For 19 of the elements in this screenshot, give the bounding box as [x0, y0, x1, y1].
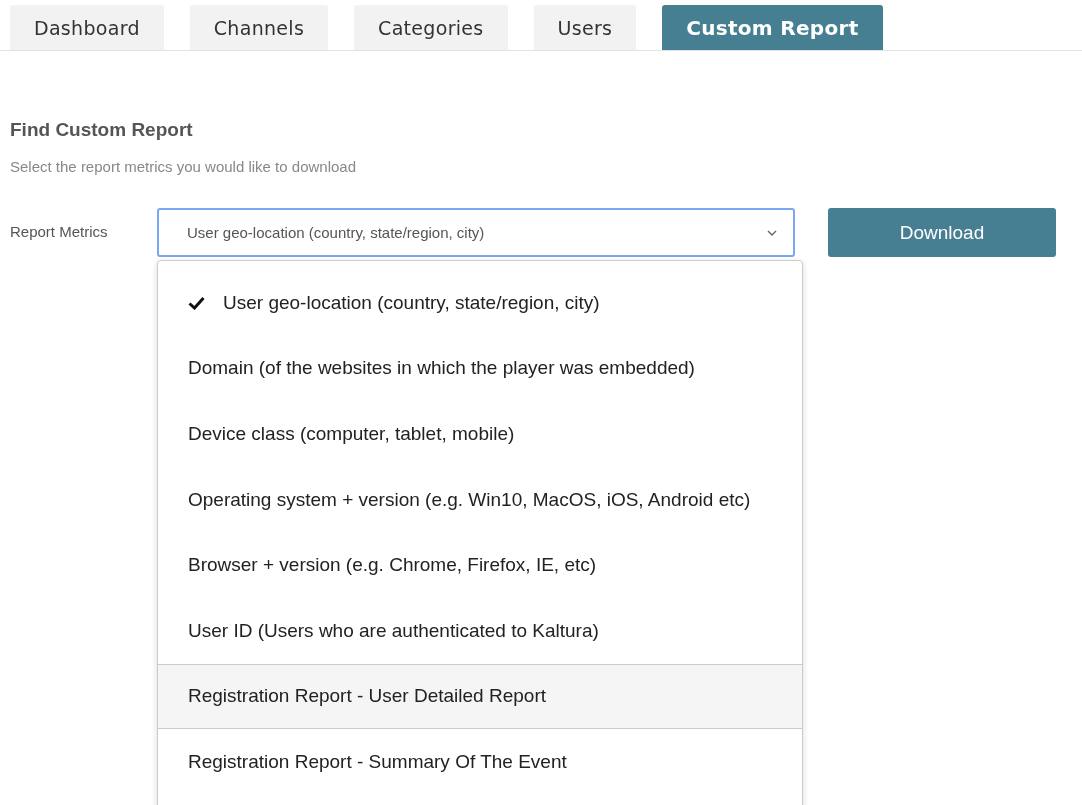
dropdown-option[interactable]: Operating system + version (e.g. Win10, MacOS, iOS, Android etc) — [158, 466, 802, 533]
dropdown-option[interactable]: Registration Report - Summary Of The Event — [158, 729, 802, 795]
download-button[interactable]: Download — [828, 208, 1056, 257]
tab[interactable]: Channels — [189, 5, 329, 50]
field-label: Report Metrics — [10, 222, 109, 240]
dropdown-option[interactable]: User ID (Users who are authenticated to Kaltura) — [158, 597, 802, 664]
caret-icon — [767, 229, 777, 236]
tab[interactable]: Custom Report — [662, 5, 883, 50]
tab[interactable]: Categories — [354, 5, 508, 50]
section-subtitle: Select the report metrics you would like to download — [10, 158, 357, 175]
dropdown-option[interactable]: User geo-location (country, state/region, city) — [158, 270, 802, 336]
section-title: Find Custom Report — [10, 119, 194, 141]
tab[interactable]: Dashboard — [10, 5, 164, 50]
dropdown-option[interactable]: Registration Report - User Detailed Report — [158, 663, 802, 730]
dropdown-option[interactable]: Browser + version (e.g. Chrome, Firefox, IE, etc) — [158, 532, 802, 598]
dropdown-option[interactable]: Domain (of the websites in which the player was embedded) — [158, 335, 802, 402]
report-metrics-dropdown[interactable]: User geo-location (country, state/region, city) — [157, 208, 795, 257]
dropdown-option[interactable]: Device class (computer, tablet, mobile) — [158, 401, 802, 467]
tab[interactable]: Users — [533, 5, 637, 50]
